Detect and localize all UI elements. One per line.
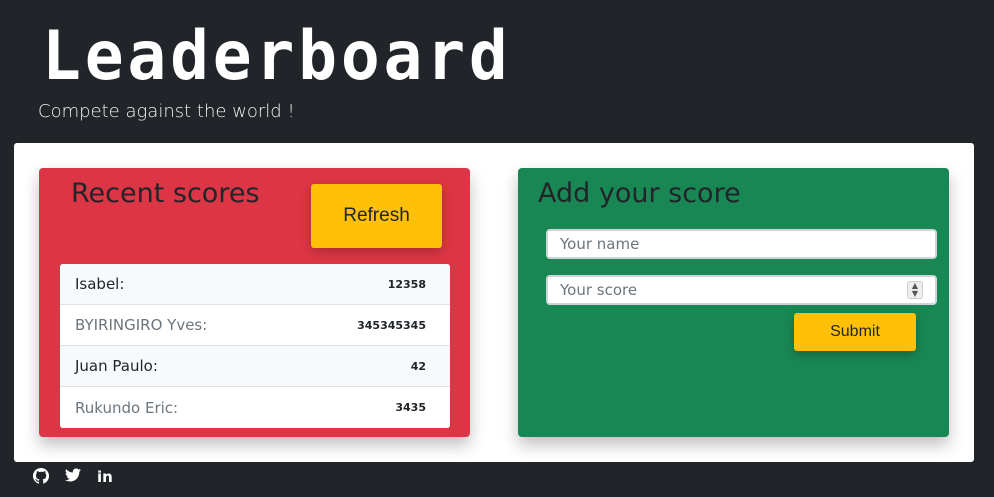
score-value: 3435 (395, 401, 426, 414)
recent-scores-card: Recent scores Refresh Isabel: 12358 BYIRI… (39, 168, 470, 437)
name-input[interactable]: Your name (546, 229, 937, 259)
score-value: 42 (410, 359, 426, 373)
name-placeholder: Your name (560, 235, 640, 253)
score-placeholder: Your score (560, 281, 638, 299)
score-input[interactable]: Your score ▲ ▼ (546, 275, 937, 305)
list-item: Isabel: 12358 (60, 264, 450, 305)
list-item: BYIRINGIRO Yves: 345345345 (60, 305, 450, 346)
number-spinner-icon[interactable]: ▲ ▼ (907, 281, 923, 299)
add-score-card: Add your score Your name Your score ▲ ▼ Su… (518, 168, 949, 437)
list-item: Rukundo Eric: 3435 (60, 387, 450, 428)
twitter-icon[interactable] (65, 468, 81, 488)
refresh-button[interactable]: Refresh (311, 184, 442, 248)
footer-social-links: in (32, 467, 113, 488)
add-score-heading: Add your score (538, 178, 741, 209)
scores-list: Isabel: 12358 BYIRINGIRO Yves: 345345345 J… (60, 264, 450, 428)
score-value: 12358 (387, 277, 426, 291)
page-subtitle: Compete against the world ! (38, 101, 295, 122)
main-container: Recent scores Refresh Isabel: 12358 BYIRI… (14, 143, 974, 462)
page-title: Leaderboard (42, 17, 512, 96)
score-name: Rukundo Eric: (75, 398, 179, 417)
score-name: BYIRINGIRO Yves: (75, 316, 208, 334)
list-item: Juan Paulo: 42 (60, 346, 450, 387)
score-name: Isabel: (75, 275, 125, 293)
submit-button[interactable]: Submit (794, 313, 916, 351)
score-name: Juan Paulo: (75, 357, 158, 375)
github-icon[interactable] (32, 467, 50, 488)
score-value: 345345345 (357, 318, 426, 332)
recent-scores-heading: Recent scores (71, 178, 260, 209)
linkedin-icon[interactable]: in (97, 468, 113, 488)
